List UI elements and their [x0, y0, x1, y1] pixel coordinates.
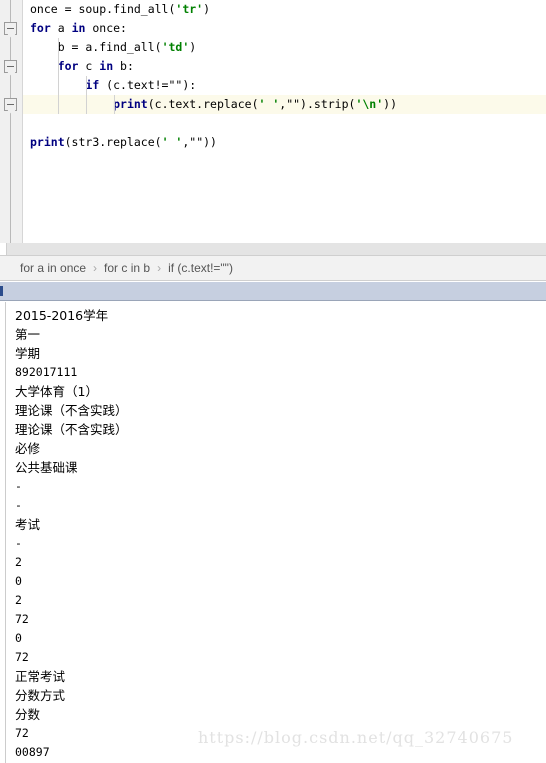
- code-token-str: ' ': [258, 97, 280, 111]
- output-line: 0: [15, 631, 22, 645]
- output-selection-strip[interactable]: [0, 282, 546, 301]
- output-line-list: 2015-2016学年 第一学期 892017111 大学体育（1） 理论课（不含实践）…: [15, 306, 546, 762]
- breadcrumb-item[interactable]: for c in b: [104, 261, 150, 275]
- code-token-plain: once = soup.: [30, 2, 114, 16]
- breadcrumb-item[interactable]: for a in once: [20, 261, 86, 275]
- code-token-plain: (str3.replace(: [64, 135, 162, 149]
- output-line: 892017111: [15, 365, 78, 379]
- output-line: 72: [15, 726, 29, 740]
- code-token-plain: )): [383, 97, 398, 111]
- output-line: 分数方式: [15, 688, 66, 703]
- code-token-kw: for: [57, 59, 79, 73]
- code-text-area[interactable]: once = soup.find_all('tr') for a in once:…: [23, 0, 546, 251]
- indent-guide: [114, 95, 115, 114]
- output-line: 公共基础课: [15, 460, 78, 475]
- fold-marker-for-c[interactable]: [4, 60, 17, 73]
- selection-caret-fragment: [0, 286, 3, 296]
- output-line: 理论课（不含实践）: [15, 403, 128, 418]
- code-token-plain: find_all(: [113, 2, 176, 16]
- code-token-kw: print: [113, 97, 148, 111]
- output-line: 理论课（不含实践）: [15, 422, 128, 437]
- output-line: 正常考试: [15, 669, 66, 684]
- output-line: -: [15, 479, 22, 493]
- code-line[interactable]: for c in b:: [23, 57, 546, 76]
- output-line: 2: [15, 555, 22, 569]
- breadcrumb-separator-icon: ›: [93, 261, 98, 275]
- output-line: 学期: [15, 346, 41, 361]
- breadcrumb[interactable]: for a in once › for c in b › if (c.text!=""): [0, 255, 546, 281]
- breadcrumb-item[interactable]: if (c.text!=""): [168, 261, 233, 275]
- output-line: -: [15, 536, 22, 550]
- code-token-plain: b:: [113, 59, 134, 73]
- indent-guide: [86, 76, 87, 95]
- code-token-kw: for: [30, 21, 51, 35]
- code-token-plain: ,"").strip(: [279, 97, 356, 111]
- code-token-plain: ,"")): [182, 135, 217, 149]
- indent-guide: [86, 95, 87, 114]
- indent-guide: [58, 95, 59, 114]
- code-token-plain: (c.text.replace(: [147, 97, 259, 111]
- code-token-plain: once:: [85, 21, 127, 35]
- output-line: 考试: [15, 517, 41, 532]
- output-line: 2015-2016学年: [15, 308, 109, 323]
- code-line[interactable]: b = a.find_all('td'): [23, 38, 546, 57]
- breadcrumb-separator-icon: ›: [157, 261, 162, 275]
- code-token-kw: in: [99, 59, 114, 73]
- code-line[interactable]: once = soup.find_all('tr'): [23, 0, 546, 19]
- code-line[interactable]: print(c.text.replace(' ',"").strip('\n')…: [23, 95, 546, 114]
- code-token-plain: b = a.find_all(: [30, 40, 162, 54]
- output-line: 72: [15, 650, 29, 664]
- output-line: -: [15, 498, 22, 512]
- output-left-border: [5, 302, 6, 763]
- code-token-str: 'td': [161, 40, 190, 54]
- indent-guide: [58, 76, 59, 95]
- code-line[interactable]: [23, 114, 546, 133]
- output-line: 分数: [15, 707, 41, 722]
- code-token-kw: print: [30, 135, 65, 149]
- fold-marker-for-a[interactable]: [4, 22, 17, 35]
- indent-guide: [58, 38, 59, 57]
- code-fold-rail: [10, 0, 11, 251]
- code-token-str: 'tr': [175, 2, 204, 16]
- code-line[interactable]: for a in once:: [23, 19, 546, 38]
- code-token-kw: if: [85, 78, 100, 92]
- code-token-str: '\n': [355, 97, 384, 111]
- output-line: 第一: [15, 327, 41, 342]
- output-line: 2: [15, 593, 22, 607]
- code-editor-pane[interactable]: once = soup.find_all('tr') for a in once:…: [0, 0, 546, 251]
- console-output-panel[interactable]: 2015-2016学年 第一学期 892017111 大学体育（1） 理论课（不含实践）…: [0, 302, 546, 763]
- code-token-plain: ): [189, 40, 197, 54]
- editor-bottom-strip: [6, 243, 546, 255]
- output-line: 0: [15, 574, 22, 588]
- code-token-plain: c: [78, 59, 100, 73]
- fold-marker-print[interactable]: [4, 98, 17, 111]
- output-line: 大学体育（1）: [15, 384, 98, 399]
- code-line[interactable]: print(str3.replace(' ',"")): [23, 133, 546, 152]
- code-token-plain: a: [50, 21, 72, 35]
- code-token-kw: in: [71, 21, 86, 35]
- code-line[interactable]: if (c.text!=""):: [23, 76, 546, 95]
- indent-guide: [58, 57, 59, 76]
- code-token-plain: ): [203, 2, 211, 16]
- output-line: 72: [15, 612, 29, 626]
- code-token-plain: (c.text!=""):: [99, 78, 197, 92]
- output-line: 必修: [15, 441, 41, 456]
- code-token-str: ' ': [161, 135, 183, 149]
- output-line: 00897: [15, 745, 50, 759]
